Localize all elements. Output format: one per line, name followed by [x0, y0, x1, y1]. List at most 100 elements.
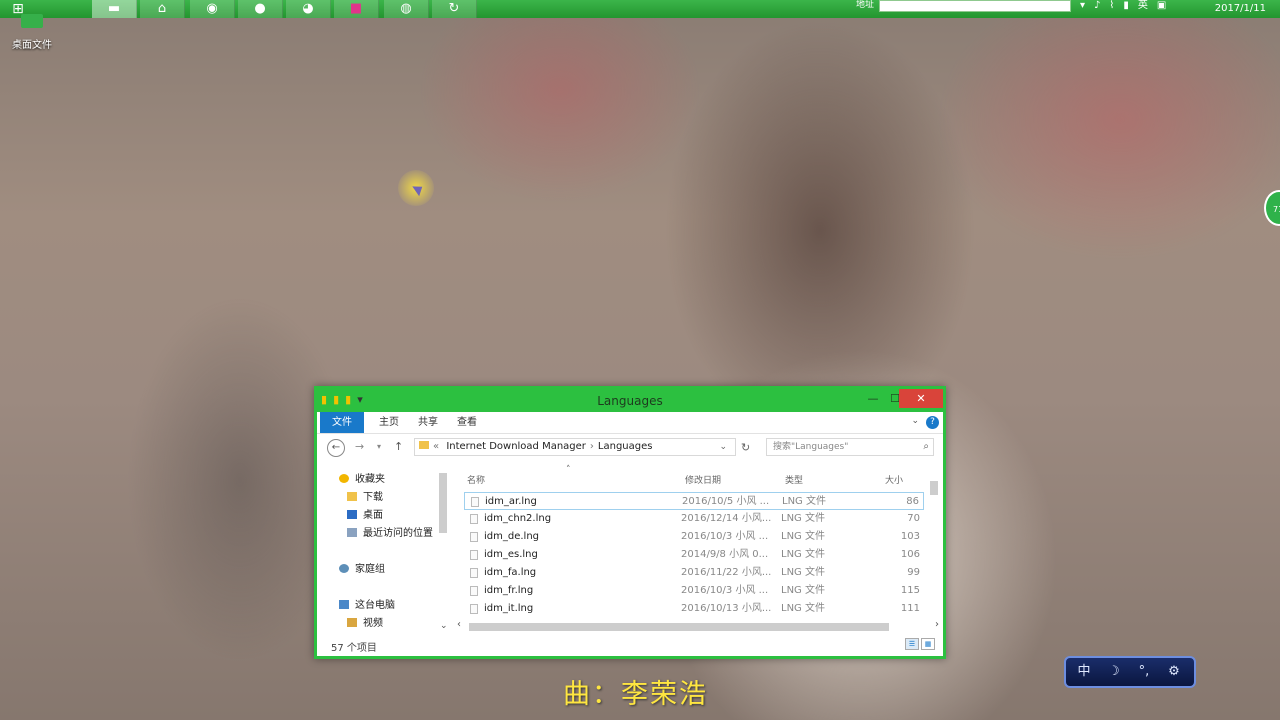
chevron-down-icon[interactable]: ⌄	[719, 439, 727, 455]
refresh-icon[interactable]: ↻	[741, 441, 750, 454]
desktop-folder-label: 桌面文件	[12, 40, 52, 51]
folder-icon: ▬	[107, 1, 121, 16]
scrollbar-thumb[interactable]	[439, 473, 447, 533]
recent-locations-button[interactable]: ▾	[377, 442, 381, 451]
chevron-down-icon[interactable]: ⌄	[440, 621, 448, 631]
floating-badge[interactable]: 71	[1264, 190, 1280, 226]
column-header-name[interactable]: 名称	[467, 473, 485, 486]
chevron-right-icon[interactable]: ›	[935, 619, 939, 630]
table-row[interactable]: idm_ar.lng 2016/10/5 小风 ... LNG 文件 86	[464, 492, 924, 510]
tab-view[interactable]: 查看	[445, 412, 489, 433]
sidebar-item-favorites[interactable]: 收藏夹	[339, 471, 385, 489]
taskbar-app-qq[interactable]: ◕	[286, 0, 331, 18]
sidebar-item-downloads[interactable]: 下载	[347, 489, 383, 507]
table-row[interactable]: idm_fa.lng 2016/11/22 小风... LNG 文件 99	[464, 564, 924, 582]
refresh-circle-icon: ↻	[448, 1, 460, 16]
taskbar-app-update[interactable]: ↻	[432, 0, 477, 18]
action-center-icon[interactable]: ▣	[1157, 0, 1166, 11]
title-bar[interactable]: ▮▮▮▾ Languages — ☐ ✕	[317, 389, 943, 412]
navigation-bar: ← → ▾ ↑ « Internet Download Manager › Lang…	[317, 434, 943, 460]
moon-icon[interactable]: ☽	[1102, 658, 1126, 686]
taskbar: ⊞ ▬ ⌂ ◉ ● ◕ ■ ◍ ↻ 地址 ▾ ♪ ⌇ ▮ 英 ▣ 2017/1/11	[0, 0, 1280, 18]
taskbar-app-home[interactable]: ⌂	[140, 0, 185, 18]
tab-share[interactable]: 共享	[406, 412, 450, 433]
file-type: LNG 文件	[781, 585, 825, 596]
help-icon[interactable]: ?	[926, 416, 939, 429]
ime-tray-icon[interactable]: 英	[1138, 0, 1148, 11]
navigation-pane-scrollbar[interactable]	[438, 465, 448, 629]
table-row[interactable]: idm_chn2.lng 2016/12/14 小风... LNG 文件 70	[464, 510, 924, 528]
file-type: LNG 文件	[781, 567, 825, 578]
sidebar-item-recent[interactable]: 最近访问的位置	[347, 525, 433, 543]
column-header-date[interactable]: 修改日期	[685, 473, 721, 486]
file-size: 86	[906, 496, 919, 507]
table-row[interactable]: idm_es.lng 2014/9/8 小风 0... LNG 文件 106	[464, 546, 924, 564]
file-name: idm_de.lng	[484, 531, 540, 542]
gear-icon[interactable]: ⚙	[1162, 658, 1186, 686]
taskbar-app-media[interactable]: ●	[238, 0, 283, 18]
volume-icon[interactable]: ♪	[1094, 0, 1100, 11]
search-icon[interactable]: ⌕	[923, 439, 929, 455]
search-input[interactable]: 搜索"Languages" ⌕	[766, 438, 934, 456]
file-name: idm_it.lng	[484, 603, 534, 614]
back-button[interactable]: ←	[327, 439, 345, 457]
table-row[interactable]: idm_fr.lng 2016/10/3 小风 ... LNG 文件 115	[464, 582, 924, 600]
taskbar-app-browser[interactable]: ◉	[190, 0, 235, 18]
sidebar-item-videos[interactable]: 视频	[347, 615, 383, 633]
desktop-folder[interactable]: 桌面文件	[8, 14, 56, 51]
battery-icon[interactable]: ▮	[1123, 0, 1129, 11]
breadcrumb-idm[interactable]: Internet Download Manager	[446, 441, 586, 452]
taskbar-address-input[interactable]	[879, 0, 1071, 12]
magic-icon: ■	[349, 1, 363, 16]
sidebar-item-label: 收藏夹	[355, 474, 385, 485]
sidebar-item-this-pc[interactable]: 这台电脑	[339, 597, 395, 615]
breadcrumb-prefix[interactable]: «	[433, 441, 439, 452]
address-bar[interactable]: « Internet Download Manager › Languages ⌄	[414, 438, 736, 456]
large-icons-view-icon[interactable]: ▦	[921, 638, 935, 650]
punctuation-icon[interactable]: °,	[1132, 658, 1156, 686]
clock[interactable]: 2017/1/11	[1215, 3, 1266, 14]
up-button[interactable]: ↑	[394, 440, 403, 453]
column-header-size[interactable]: 大小	[885, 473, 903, 486]
breadcrumb-languages[interactable]: Languages	[598, 441, 653, 452]
chevron-down-icon[interactable]: ▾	[1080, 0, 1085, 11]
column-header-type[interactable]: 类型	[785, 473, 803, 486]
scrollbar-thumb[interactable]	[930, 481, 938, 495]
tab-file[interactable]: 文件	[320, 412, 364, 433]
taskbar-app-magic[interactable]: ■	[334, 0, 379, 18]
ime-mode-button[interactable]: 中	[1072, 658, 1096, 686]
horizontal-scrollbar[interactable]: ‹ ›	[455, 619, 939, 632]
file-list-scrollbar[interactable]	[929, 467, 939, 619]
table-row[interactable]: idm_de.lng 2016/10/3 小风 ... LNG 文件 103	[464, 528, 924, 546]
taskbar-app-explorer[interactable]: ▬	[92, 0, 137, 18]
sidebar-item-label: 家庭组	[355, 564, 385, 575]
file-size: 111	[900, 603, 920, 614]
tab-home[interactable]: 主页	[367, 412, 411, 433]
ime-toolbar[interactable]: 中 ☽ °, ⚙	[1064, 656, 1196, 688]
sidebar-item-homegroup[interactable]: 家庭组	[339, 561, 385, 579]
minimize-button[interactable]: —	[861, 389, 885, 408]
mouse-cursor	[398, 170, 434, 206]
forward-button[interactable]: →	[355, 440, 364, 453]
file-icon	[470, 550, 478, 560]
file-list: 名称 修改日期 类型 大小 ˄ idm_ar.lng 2016/10/5 小风 .…	[461, 465, 937, 620]
sidebar-item-desktop[interactable]: 桌面	[347, 507, 383, 525]
table-row[interactable]: idm_it.lng 2016/10/13 小风... LNG 文件 111	[464, 600, 924, 618]
expand-ribbon-icon[interactable]: ⌄	[911, 416, 919, 426]
sort-ascending-icon: ˄	[566, 465, 571, 475]
details-view-icon[interactable]: ☰	[905, 638, 919, 650]
scrollbar-thumb[interactable]	[469, 623, 889, 631]
chevron-left-icon[interactable]: ‹	[457, 619, 461, 630]
taskbar-app-wechat[interactable]: ◍	[384, 0, 429, 18]
file-icon	[470, 604, 478, 614]
close-button[interactable]: ✕	[899, 389, 943, 408]
file-name: idm_es.lng	[484, 549, 538, 560]
file-icon	[470, 586, 478, 596]
network-icon[interactable]: ⌇	[1109, 0, 1114, 11]
qq-penguin-icon: ◕	[302, 1, 314, 16]
sidebar-item-label: 桌面	[363, 510, 383, 521]
folder-icon	[419, 441, 429, 449]
desktop-icon	[347, 510, 357, 519]
video-folder-icon	[347, 618, 357, 627]
sidebar-item-label: 视频	[363, 618, 383, 629]
